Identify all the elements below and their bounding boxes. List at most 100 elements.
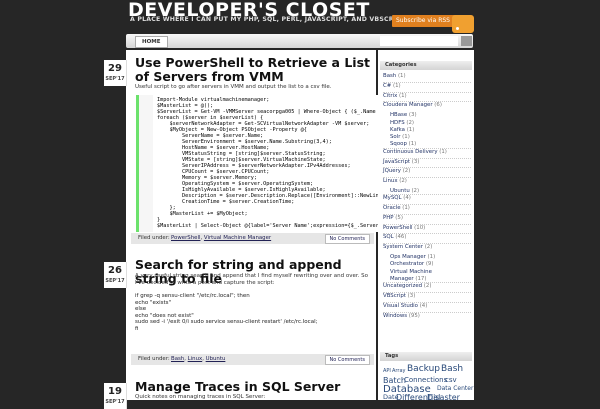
category-name[interactable]: JQuery: [383, 168, 401, 174]
category-link[interactable]: SQL (46): [383, 234, 406, 240]
post-month: SEP'17: [105, 278, 125, 284]
category-name[interactable]: Ops Manager: [390, 254, 426, 260]
category-count: (6): [434, 102, 442, 109]
category-link[interactable]: System Center (2): [383, 244, 432, 250]
category-name[interactable]: Linux: [383, 178, 398, 184]
filed-under-label: Filed under:: [138, 356, 170, 362]
category-link[interactable]: Bash (1): [383, 73, 406, 79]
category-link[interactable]: Orchestrator (9): [390, 261, 433, 267]
category-link[interactable]: HDFS (2): [390, 120, 414, 126]
tag-link-vmm[interactable]: Virtual Machine Manager: [204, 235, 271, 241]
category-link[interactable]: HBase (3): [390, 112, 417, 118]
category-name[interactable]: Uncategorized: [383, 283, 422, 289]
tag-link-powershell[interactable]: PowerShell: [171, 235, 200, 241]
category-separator: [383, 147, 471, 149]
category-name[interactable]: Visual Studio: [383, 303, 418, 309]
category-link[interactable]: VBScript (3): [383, 293, 415, 299]
tag-cloud-link[interactable]: Bash: [441, 364, 463, 374]
post-day: 19: [108, 386, 122, 397]
category-link[interactable]: Visual Studio (4): [383, 303, 427, 309]
tag-link-bash[interactable]: Bash: [171, 356, 184, 362]
category-name[interactable]: Sqoop: [390, 141, 407, 147]
category-name[interactable]: JavaScript: [383, 159, 410, 165]
category-separator: [383, 223, 471, 225]
category-count: (4): [403, 195, 411, 202]
category-separator: [383, 81, 471, 83]
category-count: (1): [406, 126, 415, 133]
nav-home-link[interactable]: HOME: [135, 36, 168, 48]
category-name[interactable]: Oracle: [383, 205, 401, 211]
category-separator: [383, 194, 471, 196]
category-separator: [383, 282, 471, 284]
category-separator: [383, 243, 471, 245]
category-count: (2): [423, 283, 432, 290]
rss-icon[interactable]: [452, 15, 474, 33]
code-block: Import-Module virtualmachinemanager; $Mas…: [136, 95, 379, 232]
category-name[interactable]: HBase: [390, 112, 407, 118]
category-count: (2): [399, 178, 407, 185]
category-name[interactable]: Windows: [383, 313, 407, 319]
tag-cloud-link[interactable]: csv: [445, 376, 457, 384]
tag-cloud-link[interactable]: Disaster: [427, 393, 460, 402]
category-link[interactable]: Continuous Delivery (1): [383, 149, 447, 155]
tag-link-linux[interactable]: Linux: [188, 356, 203, 362]
category-link[interactable]: Solr (1): [390, 134, 410, 140]
category-link[interactable]: Windows (95): [383, 313, 420, 319]
post-title[interactable]: Manage Traces in SQL Server: [135, 380, 380, 394]
category-link[interactable]: PHP (5): [383, 215, 403, 221]
category-link[interactable]: Oracle (1): [383, 205, 410, 211]
category-name[interactable]: PHP: [383, 215, 394, 221]
category-link[interactable]: JavaScript (3): [383, 159, 419, 165]
category-count: (3): [411, 158, 420, 165]
category-count: (2): [402, 168, 411, 175]
tag-cloud-link[interactable]: API: [383, 368, 391, 374]
category-count: (1): [408, 141, 417, 148]
category-name[interactable]: Bash: [383, 73, 396, 79]
code-line: $MasterList | Select-Object @{label='Ser…: [157, 223, 379, 229]
category-name[interactable]: SQL: [383, 234, 394, 240]
category-link[interactable]: Linux (2): [383, 178, 407, 184]
category-name[interactable]: Continuous Delivery: [383, 149, 438, 155]
comments-link[interactable]: No Comments: [324, 234, 370, 244]
category-link[interactable]: Uncategorized (2): [383, 283, 431, 289]
tag-cloud-link[interactable]: Array: [392, 368, 405, 374]
category-separator: [383, 177, 471, 179]
category-name[interactable]: Manager: [390, 276, 414, 282]
search-input[interactable]: [380, 36, 458, 46]
category-link[interactable]: Ubuntu (2): [390, 188, 419, 194]
category-link[interactable]: C# (1): [383, 83, 401, 89]
category-name[interactable]: MySQL: [383, 195, 402, 201]
category-link[interactable]: Cloudera Manager (6): [383, 102, 442, 108]
category-name[interactable]: Citrix: [383, 93, 397, 99]
category-link[interactable]: MySQL (4): [383, 195, 411, 201]
category-name[interactable]: C#: [383, 83, 391, 89]
tag-cloud-link[interactable]: Data Center: [437, 385, 473, 392]
category-name[interactable]: VBScript: [383, 293, 406, 299]
category-name[interactable]: System Center: [383, 244, 423, 250]
category-name[interactable]: Cloudera Manager: [383, 102, 433, 108]
category-name[interactable]: HDFS: [390, 120, 405, 126]
category-link[interactable]: Ops Manager (1): [390, 254, 435, 260]
category-name[interactable]: Solr: [390, 134, 400, 140]
category-link[interactable]: Kafka (1): [390, 127, 414, 133]
category-name[interactable]: Virtual Machine: [390, 269, 432, 275]
post-title[interactable]: Use PowerShell to Retrieve a List of Ser…: [135, 56, 380, 84]
category-name[interactable]: PowerShell: [383, 225, 412, 231]
category-name[interactable]: Ubuntu: [390, 188, 410, 194]
tag-cloud-link[interactable]: Backup: [407, 364, 440, 374]
tag-link-ubuntu[interactable]: Ubuntu: [206, 356, 226, 362]
category-link[interactable]: Virtual Machine: [390, 269, 432, 275]
search-button[interactable]: [461, 36, 472, 46]
post-date-badge: 29 SEP'17: [104, 60, 127, 86]
categories-heading: Categories: [380, 61, 472, 70]
tag-cloud-link[interactable]: Connections: [404, 376, 447, 384]
category-link[interactable]: Sqoop (1): [390, 141, 416, 147]
category-link[interactable]: JQuery (2): [383, 168, 410, 174]
category-name[interactable]: Orchestrator: [390, 261, 424, 267]
category-link[interactable]: Citrix (1): [383, 93, 407, 99]
comments-link[interactable]: No Comments: [324, 355, 370, 365]
category-separator: [383, 292, 471, 293]
category-link[interactable]: Manager (17): [390, 276, 426, 282]
category-link[interactable]: PowerShell (10): [383, 225, 425, 231]
category-name[interactable]: Kafka: [390, 127, 405, 133]
